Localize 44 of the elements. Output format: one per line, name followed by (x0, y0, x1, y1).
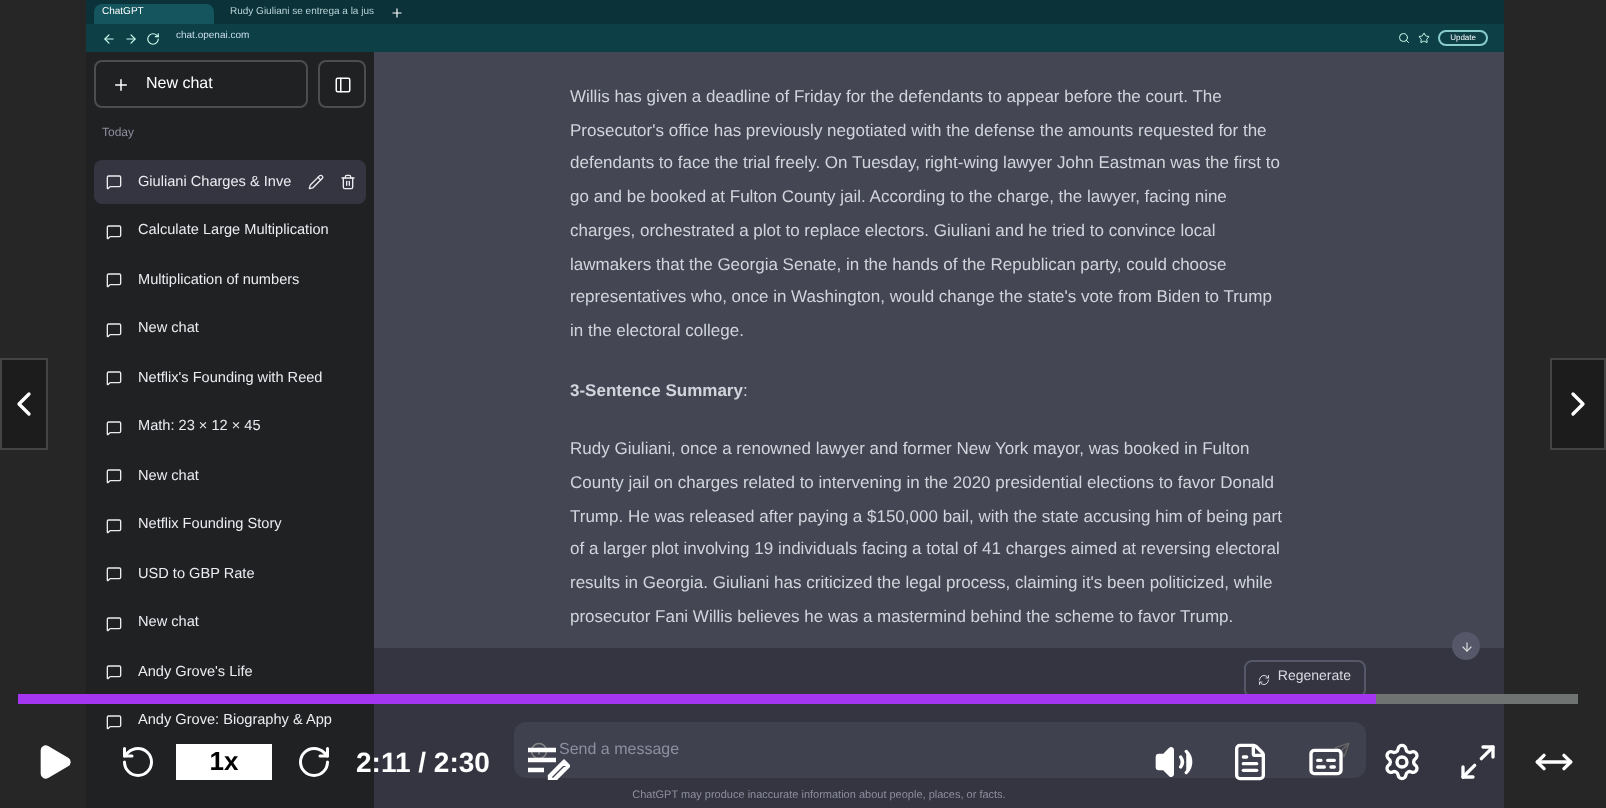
edit-icon[interactable] (307, 174, 324, 191)
message-field[interactable]: Send a message (559, 738, 1321, 762)
search-icon[interactable] (1398, 32, 1411, 44)
forward-icon (296, 744, 332, 780)
chat-bubble-icon (106, 615, 122, 632)
new-chat-button[interactable]: New chat (94, 60, 308, 108)
fullscreen-icon[interactable] (1458, 742, 1498, 782)
response-paragraph: Willis has given a deadline of Friday for the defendants to appear before the court. The Prosecutor's office has previously negotiated with the defense the amounts requested for the defendants to face the trial freely. On Tuesday, right-wing lawyer John Eastman was the first to go and be booked at Fulton County jail. According to the charge, the lawyer, facing nine charges, orchestrated a plot to replace electors. Giuliani and he tried to convince local lawmakers that the Georgia Senate, in the hands of the Republican party, could choose representatives who, once in Washington, would change the state's vote from Biden to Trump in the electoral college. (570, 84, 1282, 344)
chat-bubble-icon (106, 468, 122, 485)
refresh-icon (1257, 673, 1270, 685)
chat-bubble-icon (106, 223, 122, 240)
chat-bubble-icon (106, 664, 122, 681)
chat-bubble-icon (106, 566, 122, 583)
chat-bubble-icon (106, 370, 122, 387)
chat-bubble-icon (106, 517, 122, 534)
plus-icon (112, 75, 130, 93)
chat-bubble-icon (106, 419, 122, 436)
chat-bubble-icon (106, 713, 122, 730)
speed-button[interactable]: 1x (176, 744, 272, 780)
star-icon[interactable] (1418, 32, 1431, 44)
forward-icon[interactable] (124, 31, 138, 45)
response-paragraph: Rudy Giuliani, once a renowned lawyer and former New York mayor, was booked in Fulton County jail on charges related to intervening in the 2020 presidential elections to favor Donald Trump. He was released after paying a $150,000 bail, with the state accusing him of being part of a larger plot involving 19 individuals facing a total of 41 charges aimed at reversing electoral results in Georgia. Giuliani has criticized the legal process, claiming it's been politicized, while prosecutor Fani Willis believes he was a mastermind behind the scheme to favor Trump. (570, 436, 1284, 630)
rewind-button[interactable] (120, 744, 156, 780)
new-tab-icon[interactable] (390, 6, 404, 20)
arrow-down-icon (1459, 639, 1473, 653)
time-display: 2:11 / 2:30 (356, 743, 490, 781)
forward-button[interactable] (296, 744, 332, 780)
chat-bubble-icon (106, 272, 122, 289)
message-input[interactable]: Send a message (513, 722, 1365, 778)
panel-icon (333, 75, 351, 93)
scroll-down-button[interactable] (1452, 632, 1480, 660)
transcript-icon[interactable] (1230, 742, 1270, 782)
previous-button[interactable] (0, 358, 48, 450)
response-paragraph: 3-Sentence Summary: (570, 377, 750, 404)
rewind-icon (120, 744, 156, 780)
next-button[interactable] (1550, 358, 1606, 450)
chat-bubble-icon (106, 321, 122, 338)
reload-icon[interactable] (146, 31, 160, 45)
chat-bubble-icon (106, 174, 122, 191)
volume-icon[interactable] (1154, 742, 1194, 782)
delete-icon[interactable] (339, 174, 356, 191)
back-icon[interactable] (102, 31, 116, 45)
sidebar-toggle-button[interactable] (318, 60, 366, 108)
settings-icon[interactable] (1382, 742, 1422, 782)
